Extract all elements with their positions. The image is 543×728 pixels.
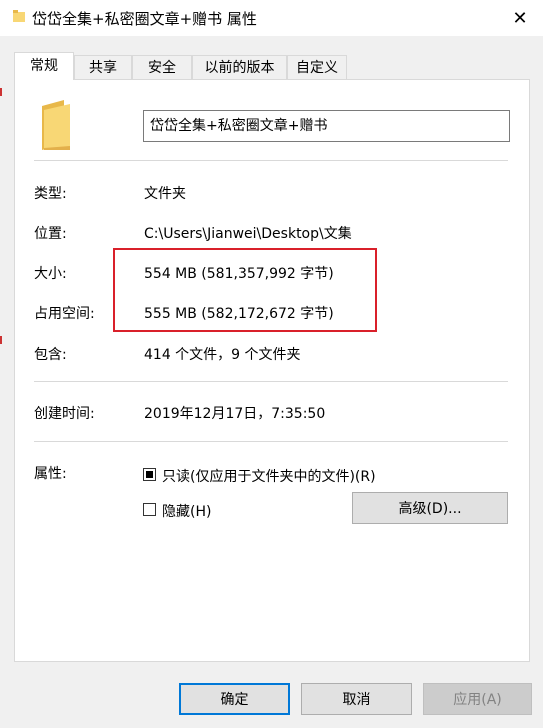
close-button[interactable]: ✕ [497,0,543,36]
tab-security[interactable]: 安全 [132,55,192,79]
separator [34,441,508,442]
tab-general[interactable]: 常规 [14,52,74,80]
edge-mark [0,88,2,96]
location-value: C:\Users\Jianwei\Desktop\文集 [144,226,352,242]
cancel-button[interactable]: 取消 [301,683,412,715]
folder-name-input[interactable]: 岱岱全集+私密圈文章+赠书 [143,110,510,142]
folder-large-icon [42,100,70,150]
highlight-box [113,248,377,332]
apply-button[interactable]: 应用(A) [423,683,532,715]
attributes-label: 属性: [34,466,67,482]
advanced-button[interactable]: 高级(D)... [352,492,508,524]
type-value: 文件夹 [144,186,186,202]
created-value: 2019年12月17日，7:35:50 [144,406,326,422]
indeterminate-mark [146,471,153,478]
separator [34,160,508,161]
location-label: 位置: [34,226,67,242]
hidden-checkbox[interactable] [143,503,156,516]
title-bar: 岱岱全集+私密圈文章+赠书 属性 ✕ [0,0,543,36]
tab-sharing[interactable]: 共享 [74,55,132,79]
tab-customize[interactable]: 自定义 [287,55,347,79]
readonly-label[interactable]: 只读(仅应用于文件夹中的文件)(R) [162,466,376,486]
window-title: 岱岱全集+私密圈文章+赠书 属性 [32,10,257,28]
general-panel [14,79,530,662]
ok-button[interactable]: 确定 [179,683,290,715]
size-label: 大小: [34,266,67,282]
type-label: 类型: [34,186,67,202]
contains-value: 414 个文件，9 个文件夹 [144,347,301,363]
hidden-label[interactable]: 隐藏(H) [162,501,211,521]
separator [34,381,508,382]
created-label: 创建时间: [34,406,95,422]
edge-mark [0,336,2,344]
tab-previous-versions[interactable]: 以前的版本 [192,55,287,79]
close-icon: ✕ [512,7,528,29]
readonly-checkbox[interactable] [143,468,156,481]
size-on-disk-label: 占用空间: [34,306,95,322]
folder-icon [13,10,25,22]
contains-label: 包含: [34,347,67,363]
